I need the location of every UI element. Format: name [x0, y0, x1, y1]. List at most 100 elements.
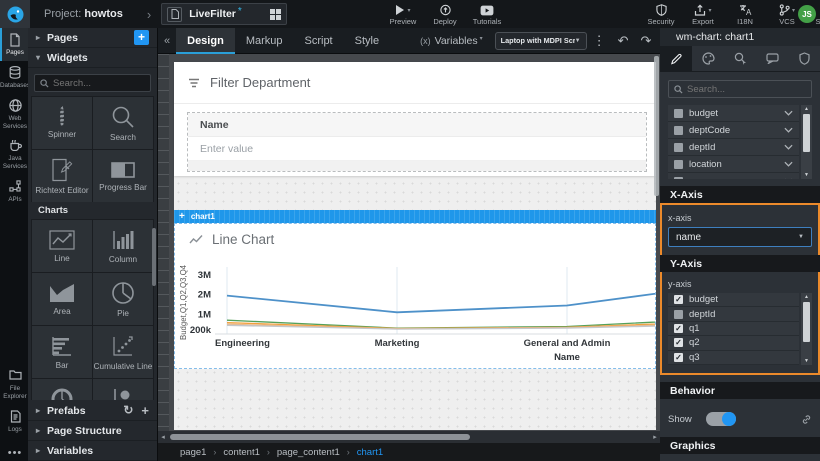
wavemaker-logo-icon[interactable]: [0, 0, 30, 28]
scroll-right-icon[interactable]: ▸: [650, 433, 660, 441]
checkbox-unchecked[interactable]: [674, 126, 683, 135]
variables-menu[interactable]: (x) Variables ▾: [420, 35, 483, 47]
scrollbar-thumb[interactable]: [170, 434, 470, 440]
topbar-deploy-button[interactable]: Deploy: [424, 2, 466, 26]
selected-widget-bar[interactable]: + chart1: [174, 210, 656, 223]
scroll-down-icon[interactable]: ▼: [804, 357, 809, 365]
widget-tile-cumulative-line[interactable]: Cumulative Line: [93, 326, 153, 378]
canvas-vertical-scrollbar-thumb[interactable]: [654, 56, 659, 196]
move-icon[interactable]: +: [179, 212, 185, 222]
widget-tile-search[interactable]: Search: [93, 97, 153, 149]
checkbox-checked[interactable]: ✓: [674, 338, 683, 347]
dataset-field-name[interactable]: name: [668, 173, 799, 179]
y-axis-option-deptid[interactable]: deptId: [668, 307, 799, 321]
breadcrumb-page1[interactable]: page1: [180, 447, 206, 458]
properties-tab-pencil[interactable]: [660, 46, 692, 71]
tab-markup[interactable]: Markup: [235, 28, 294, 54]
device-selector[interactable]: Laptop with MDPI Screen ▼: [495, 32, 587, 50]
widget-tile-bubble-chart-icon[interactable]: [93, 379, 153, 400]
name-filter-input[interactable]: [200, 143, 634, 155]
properties-search-input[interactable]: [687, 84, 806, 95]
add-page-button[interactable]: +: [134, 30, 149, 45]
checkbox-unchecked[interactable]: [674, 310, 683, 319]
checkbox-unchecked[interactable]: [674, 160, 683, 169]
widget-search-box[interactable]: [34, 74, 151, 92]
tab-design[interactable]: Design: [176, 28, 235, 54]
checkbox-checked[interactable]: ✓: [674, 295, 683, 304]
chevron-down-icon[interactable]: [784, 178, 793, 179]
page-surface[interactable]: Filter Department Name + chart1 Line Cha…: [174, 62, 656, 430]
scroll-left-icon[interactable]: ◂: [158, 433, 168, 441]
widget-tile-column[interactable]: Column: [93, 220, 153, 272]
canvas-horizontal-scrollbar[interactable]: ◂ ▸: [158, 431, 660, 443]
filter-department-panel[interactable]: Filter Department Name: [174, 62, 656, 176]
widget-tile-progress-bar[interactable]: Progress Bar: [93, 150, 153, 202]
scrollbar-thumb[interactable]: [803, 302, 810, 342]
pages-section-header[interactable]: ▸ Pages +: [28, 28, 157, 48]
properties-tab-palette[interactable]: [692, 46, 724, 71]
fields-list-scrollbar[interactable]: ▲ ▼: [801, 105, 812, 179]
rail-item-web-services[interactable]: Web Services: [0, 94, 28, 135]
chevron-down-icon[interactable]: [784, 127, 793, 133]
file-tab-livefilter[interactable]: LiveFilter *: [161, 3, 287, 25]
topbar-export-button[interactable]: ▾Export: [682, 2, 724, 26]
rail-item-pages[interactable]: Pages: [0, 28, 28, 61]
scrollbar-thumb[interactable]: [803, 114, 810, 152]
rail-item-apis[interactable]: APIs: [0, 175, 28, 208]
bind-link-icon[interactable]: [801, 414, 812, 425]
y-axis-option-q3[interactable]: ✓q3: [668, 351, 799, 365]
redo-icon[interactable]: ↷: [635, 33, 658, 49]
line-chart-widget[interactable]: Line Chart 3M2M1M200kBudget,Q1,Q2,Q3,Q4E…: [174, 223, 656, 369]
checkbox-checked[interactable]: ✓: [674, 353, 683, 362]
widget-tile-donut-chart-icon[interactable]: [32, 379, 92, 400]
scroll-up-icon[interactable]: ▲: [804, 105, 809, 113]
user-avatar[interactable]: JS: [798, 5, 816, 23]
rail-item-file-explorer[interactable]: File Explorer: [0, 364, 28, 405]
widget-search-input[interactable]: [53, 78, 145, 89]
checkbox-checked[interactable]: ✓: [674, 324, 683, 333]
properties-tab-inspect[interactable]: [724, 46, 756, 71]
undo-icon[interactable]: ↶: [612, 33, 635, 49]
widget-tile-richtext-editor[interactable]: Richtext Editor: [32, 150, 92, 202]
rail-item-java-services[interactable]: Java Services: [0, 134, 28, 175]
dataset-field-location[interactable]: location: [668, 156, 799, 173]
chevron-down-icon[interactable]: [784, 144, 793, 150]
livefilter-form[interactable]: Name: [187, 112, 647, 172]
topbar-i18n-button[interactable]: AI18N: [724, 2, 766, 26]
rail-more-button[interactable]: •••: [0, 438, 28, 461]
y-axis-option-budget[interactable]: ✓budget: [668, 293, 799, 307]
collapse-left-panel-icon[interactable]: «: [158, 35, 176, 47]
widget-tile-spinner[interactable]: Spinner: [32, 97, 92, 149]
topbar-security-button[interactable]: Security: [640, 2, 682, 26]
properties-tab-message[interactable]: [756, 46, 788, 71]
show-toggle[interactable]: [706, 412, 736, 426]
dataset-field-deptcode[interactable]: deptCode: [668, 122, 799, 139]
grid-icon[interactable]: [270, 9, 281, 20]
widget-tile-pie[interactable]: Pie: [93, 273, 153, 325]
section-header-prefabs[interactable]: ▸Prefabs↻+: [28, 401, 157, 421]
topbar-preview-button[interactable]: ▾Preview: [382, 2, 424, 26]
checkbox-unchecked[interactable]: [674, 177, 683, 180]
y-axis-option-q1[interactable]: ✓q1: [668, 322, 799, 336]
panel-scrollbar-thumb[interactable]: [152, 228, 156, 286]
x-axis-select[interactable]: name ▼: [668, 227, 812, 247]
scroll-up-icon[interactable]: ▲: [804, 293, 809, 301]
checkbox-unchecked[interactable]: [674, 109, 683, 118]
rail-item-databases[interactable]: Databases: [0, 61, 28, 94]
topbar-tutorials-button[interactable]: Tutorials: [466, 2, 508, 26]
widget-tile-bar[interactable]: Bar: [32, 326, 92, 378]
refresh-icon[interactable]: ↻: [123, 403, 133, 418]
widget-tile-area[interactable]: Area: [32, 273, 92, 325]
tab-style[interactable]: Style: [344, 28, 390, 54]
checkbox-unchecked[interactable]: [674, 143, 683, 152]
properties-tab-shield-outline[interactable]: [788, 46, 820, 71]
chevron-down-icon[interactable]: [784, 110, 793, 116]
rail-item-logs[interactable]: Logs: [0, 405, 28, 438]
tab-script[interactable]: Script: [294, 28, 344, 54]
properties-search-box[interactable]: [668, 80, 812, 98]
dataset-field-budget[interactable]: budget: [668, 105, 799, 122]
scrollbar-track[interactable]: [168, 431, 650, 443]
scroll-down-icon[interactable]: ▼: [804, 171, 809, 179]
widgets-section-header[interactable]: ▾ Widgets: [28, 48, 157, 68]
breadcrumb-chart1[interactable]: chart1: [357, 447, 383, 458]
